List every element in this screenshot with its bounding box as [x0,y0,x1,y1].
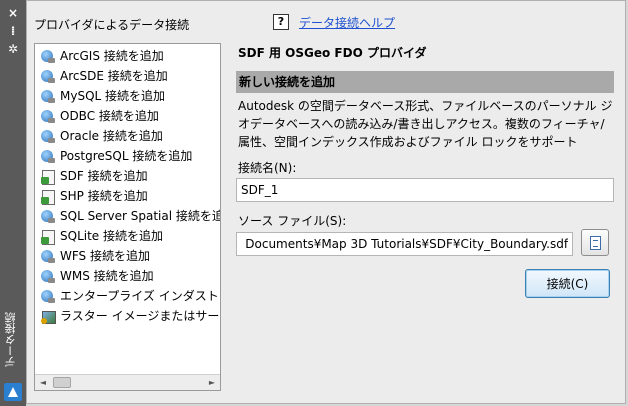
open-file-icon [590,236,601,250]
provider-list-item[interactable]: WMS 接続を追加 [35,266,220,286]
globe-icon [40,269,56,285]
browse-file-button[interactable] [581,229,609,256]
provider-label: エンタープライズ インダストリー [60,289,220,303]
provider-list-item[interactable]: ラスター イメージまたはサーフェス [35,306,220,326]
provider-list-item[interactable]: PostgreSQL 接続を追加 [35,146,220,166]
provider-list-item[interactable]: WFS 接続を追加 [35,246,220,266]
palette-title-bar: × ⁞ ✲ データ接続 [0,0,26,406]
globe-icon [40,89,56,105]
help-link[interactable]: データ接続ヘルプ [299,14,395,31]
provider-title: SDF 用 OSGeo FDO プロバイダ [238,46,427,60]
file-icon [40,169,56,185]
provider-label: SQL Server Spatial 接続を追加 [60,209,221,223]
provider-label: WFS 接続を追加 [60,249,150,263]
connect-button[interactable]: 接続(C) [525,269,610,298]
provider-list-item[interactable]: Oracle 接続を追加 [35,126,220,146]
provider-list-item[interactable]: MySQL 接続を追加 [35,86,220,106]
scroll-right-icon[interactable]: ► [204,375,220,390]
provider-label: ArcSDE 接続を追加 [60,69,168,83]
globe-icon [40,289,56,305]
provider-label: PostgreSQL 接続を追加 [60,149,193,163]
scroll-thumb[interactable] [53,377,71,388]
globe-icon [40,209,56,225]
provider-label: ArcGIS 接続を追加 [60,49,164,63]
provider-label: SDF 接続を追加 [60,169,148,183]
connection-name-label: 接続名(N): [238,161,297,175]
source-file-label: ソース ファイル(S): [238,214,347,228]
globe-icon [40,109,56,125]
provider-list-item[interactable]: SHP 接続を追加 [35,186,220,206]
globe-icon [40,249,56,265]
auto-hide-icon[interactable]: ⁞ [4,23,22,39]
provider-label: MySQL 接続を追加 [60,89,166,103]
scroll-left-icon[interactable]: ◄ [35,375,51,390]
close-icon[interactable]: × [4,5,22,21]
provider-list-item[interactable]: SDF 接続を追加 [35,166,220,186]
file-icon [40,229,56,245]
provider-list-item[interactable]: ArcGIS 接続を追加 [35,46,220,66]
properties-icon[interactable]: ✲ [4,41,22,57]
section-header: 新しい接続を追加 [236,71,614,93]
help-icon[interactable]: ? [273,14,289,30]
provider-list-item[interactable]: SQLite 接続を追加 [35,226,220,246]
provider-list-item[interactable]: ArcSDE 接続を追加 [35,66,220,86]
globe-icon [40,149,56,165]
file-icon [40,189,56,205]
globe-icon [40,69,56,85]
provider-list-item[interactable]: エンタープライズ インダストリー [35,286,220,306]
panel-heading: プロバイダによるデータ接続 [34,18,190,32]
autodesk-logo-icon [4,383,22,401]
provider-label: Oracle 接続を追加 [60,129,163,143]
provider-label: ラスター イメージまたはサーフェス [60,309,220,323]
provider-label: ODBC 接続を追加 [60,109,159,123]
globe-icon [40,129,56,145]
provider-list-item[interactable]: SQL Server Spatial 接続を追加 [35,206,221,226]
provider-label: WMS 接続を追加 [60,269,154,283]
data-connect-panel: プロバイダによるデータ接続 ? データ接続ヘルプ ArcGIS 接続を追加 Arc… [26,0,626,404]
provider-label: SQLite 接続を追加 [60,229,163,243]
provider-description: Autodesk の空間データベース形式、ファイルベースのパーソナル ジオデータ… [238,99,613,149]
source-file-input[interactable] [236,232,573,256]
globe-icon [40,49,56,65]
connection-name-input[interactable] [236,178,614,202]
provider-list[interactable]: ArcGIS 接続を追加 ArcSDE 接続を追加 MySQL 接続を追加 ODBC … [34,43,221,391]
provider-list-item[interactable]: ODBC 接続を追加 [35,106,220,126]
image-icon [40,309,56,325]
palette-title: データ接続 [4,312,17,368]
horizontal-scrollbar[interactable]: ◄ ► [35,374,220,390]
provider-label: SHP 接続を追加 [60,189,148,203]
